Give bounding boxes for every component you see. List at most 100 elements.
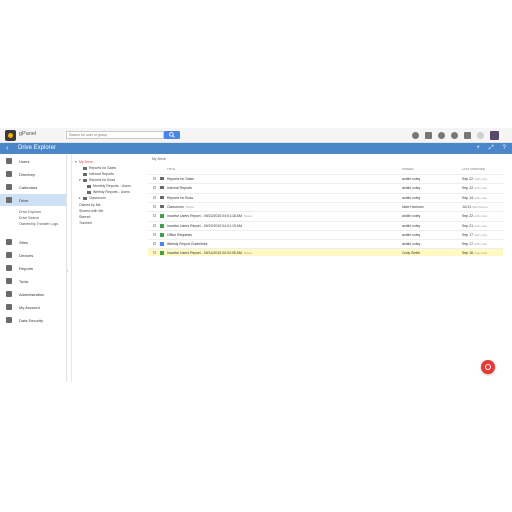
sidebar-item-users[interactable]: Users bbox=[0, 155, 66, 167]
tree-node-monthly-reports[interactable]: Monthly Reports - Users bbox=[87, 184, 131, 189]
row-checkbox[interactable] bbox=[153, 251, 156, 255]
column-last-modified[interactable]: LAST MODIFIED bbox=[462, 167, 485, 171]
tree-node-classroom[interactable]: ▸ Classroom bbox=[79, 196, 106, 201]
row-checkbox[interactable] bbox=[153, 232, 156, 236]
sidebar-item-label: Tools bbox=[19, 279, 29, 284]
sidebar-item-data-security[interactable]: Data Security bbox=[0, 314, 66, 326]
row-title[interactable]: Reports for Boss bbox=[167, 196, 193, 200]
table-row[interactable]: Office Requests ashlin oxley Sep 17ashlin … bbox=[148, 229, 503, 238]
account-badge-icon[interactable] bbox=[477, 132, 484, 139]
floating-action-button[interactable] bbox=[481, 360, 495, 374]
app-window: gPanel ‹ Drive Explorer + ⤢ ? Users Dire… bbox=[0, 128, 512, 382]
search-icon bbox=[169, 132, 175, 138]
sidebar-item-tools[interactable]: Tools bbox=[0, 275, 66, 287]
row-owner: ashlin oxley bbox=[402, 242, 421, 247]
spreadsheet-icon bbox=[160, 223, 164, 228]
row-modified: Sep 21ashlin oxley bbox=[462, 223, 488, 228]
table-row[interactable]: Weekly Report Guidelines ashlin oxley Sep … bbox=[148, 239, 503, 247]
sidebar-item-label: Directory bbox=[19, 172, 36, 177]
row-title[interactable]: Inactive Users Report - 09/22/2015 04:01… bbox=[167, 214, 252, 218]
folder-tree: ▾ My Drive Reports for Sales Internal Rep… bbox=[73, 154, 148, 382]
row-title[interactable]: Weekly Report Guidelines bbox=[167, 242, 207, 246]
spreadsheet-icon bbox=[160, 214, 164, 219]
row-checkbox[interactable] bbox=[153, 214, 156, 218]
tree-node-reports-for-boss[interactable]: ▾ Reports for Boss bbox=[79, 178, 115, 183]
file-list-panel: My Drive TITLE OWNER LAST MODIFIED Repor… bbox=[148, 154, 512, 382]
users-icon bbox=[6, 158, 12, 164]
folder-icon bbox=[160, 204, 164, 208]
sidebar-item-label: Data Security bbox=[19, 318, 44, 323]
row-title[interactable]: Inactive Users Report - 09/14/2015 00:02… bbox=[167, 251, 252, 255]
column-title[interactable]: TITLE bbox=[167, 167, 175, 171]
tree-node-trashed[interactable]: Trashed bbox=[79, 221, 92, 226]
row-modified: Jul 21Nate Harrison bbox=[462, 204, 488, 209]
sidebar-item-reports[interactable]: Reports bbox=[0, 262, 66, 274]
sidebar-item-label: Drive bbox=[19, 198, 29, 203]
gpanel-logo-icon bbox=[5, 130, 16, 141]
sidebar-item-directory[interactable]: Directory bbox=[0, 168, 66, 180]
column-owner[interactable]: OWNER bbox=[402, 167, 414, 171]
row-title[interactable]: Reports for Sales bbox=[167, 177, 194, 181]
row-checkbox[interactable] bbox=[153, 242, 156, 246]
row-checkbox[interactable] bbox=[153, 177, 156, 180]
avatar[interactable] bbox=[490, 131, 499, 140]
sidebar-subitem-drive-search[interactable]: Drive Search bbox=[19, 216, 39, 220]
calendar-icon bbox=[6, 184, 12, 190]
sidebar-item-administration[interactable]: Administration bbox=[0, 288, 66, 300]
reports-icon bbox=[6, 265, 12, 271]
help-icon[interactable]: ? bbox=[503, 144, 506, 153]
row-checkbox[interactable] bbox=[153, 186, 156, 190]
search-input[interactable] bbox=[66, 131, 164, 139]
spreadsheet-icon bbox=[160, 251, 164, 256]
top-bar: gPanel bbox=[0, 128, 512, 143]
tree-node-shared-with-me[interactable]: Shared with Me bbox=[79, 209, 103, 214]
sidebar-item-devices[interactable]: Devices bbox=[0, 249, 66, 261]
row-modified: Sep 14ashlin oxley bbox=[462, 195, 488, 200]
row-title[interactable]: Inactive Users Report - 09/22/2015 04:01… bbox=[167, 224, 242, 228]
shared-tag: Shared bbox=[243, 215, 252, 219]
folder-icon bbox=[83, 196, 87, 200]
table-row[interactable]: Inactive Users Report - 09/22/2015 04:01… bbox=[148, 220, 503, 229]
table-row[interactable]: Inactive Users Report - 09/14/2015 00:02… bbox=[148, 248, 503, 257]
person-icon[interactable] bbox=[438, 132, 445, 139]
tree-node-label: My Drive bbox=[79, 160, 93, 164]
tree-node-owned-by-me[interactable]: Owned by Me bbox=[79, 203, 101, 208]
table-row[interactable]: Reports for Boss ashlin oxley Sep 14ashlin… bbox=[148, 192, 503, 201]
row-title[interactable]: Office Requests bbox=[167, 233, 192, 237]
table-row[interactable]: Inactive Users Report - 09/22/2015 04:01… bbox=[148, 211, 503, 219]
apps-grid-icon[interactable] bbox=[464, 132, 471, 139]
tree-node-weekly-reports[interactable]: Weekly Reports - Users bbox=[87, 190, 130, 195]
sidebar-item-calendars[interactable]: Calendars bbox=[0, 181, 66, 193]
tree-node-reports-for-sales[interactable]: Reports for Sales bbox=[83, 166, 116, 171]
back-arrow-icon[interactable]: ‹ bbox=[6, 144, 8, 153]
row-checkbox[interactable] bbox=[153, 195, 156, 199]
sidebar-subitem-drive-explorer[interactable]: Drive Explorer bbox=[19, 210, 41, 214]
folder-icon bbox=[160, 195, 164, 199]
search-button[interactable] bbox=[164, 131, 180, 139]
row-title[interactable]: Classroom Shared bbox=[167, 205, 194, 209]
sidebar-item-my-account[interactable]: My Account bbox=[0, 301, 66, 313]
tree-node-my-drive[interactable]: ▾ My Drive bbox=[75, 160, 93, 165]
expand-icon[interactable]: ⤢ bbox=[489, 144, 494, 153]
row-modified: Sep 16Cody Smith bbox=[462, 251, 488, 256]
gear-icon bbox=[6, 291, 12, 297]
tree-node-internal-reports[interactable]: Internal Reports bbox=[83, 172, 114, 177]
table-row[interactable]: Reports for Sales ashlin oxley Sep 22ashli… bbox=[148, 174, 503, 182]
table-row[interactable]: Internal Reports ashlin oxley Sep 22ashlin… bbox=[148, 183, 503, 191]
sidebar-subitem-ownership-transfer-logs[interactable]: Ownership Transfer Logs bbox=[19, 222, 58, 226]
row-owner: ashlin oxley bbox=[402, 223, 421, 228]
row-checkbox[interactable] bbox=[153, 223, 156, 227]
sidebar-item-label: My Account bbox=[19, 305, 40, 310]
sidebar-item-label: Reports bbox=[19, 266, 34, 271]
gear-icon[interactable] bbox=[412, 132, 419, 139]
row-title[interactable]: Internal Reports bbox=[167, 186, 192, 190]
add-icon[interactable]: + bbox=[476, 144, 480, 153]
tree-node-starred[interactable]: Starred bbox=[79, 215, 90, 220]
help-icon[interactable] bbox=[451, 132, 458, 139]
collapse-handle[interactable]: › bbox=[67, 154, 72, 382]
table-row[interactable]: Classroom Shared Nate Harrison Jul 21Nate H… bbox=[148, 201, 503, 210]
row-checkbox[interactable] bbox=[153, 204, 156, 208]
sidebar-item-sites[interactable]: Sites bbox=[0, 236, 66, 248]
sidebar-item-drive[interactable]: Drive bbox=[0, 194, 66, 206]
document-icon[interactable] bbox=[425, 132, 432, 139]
